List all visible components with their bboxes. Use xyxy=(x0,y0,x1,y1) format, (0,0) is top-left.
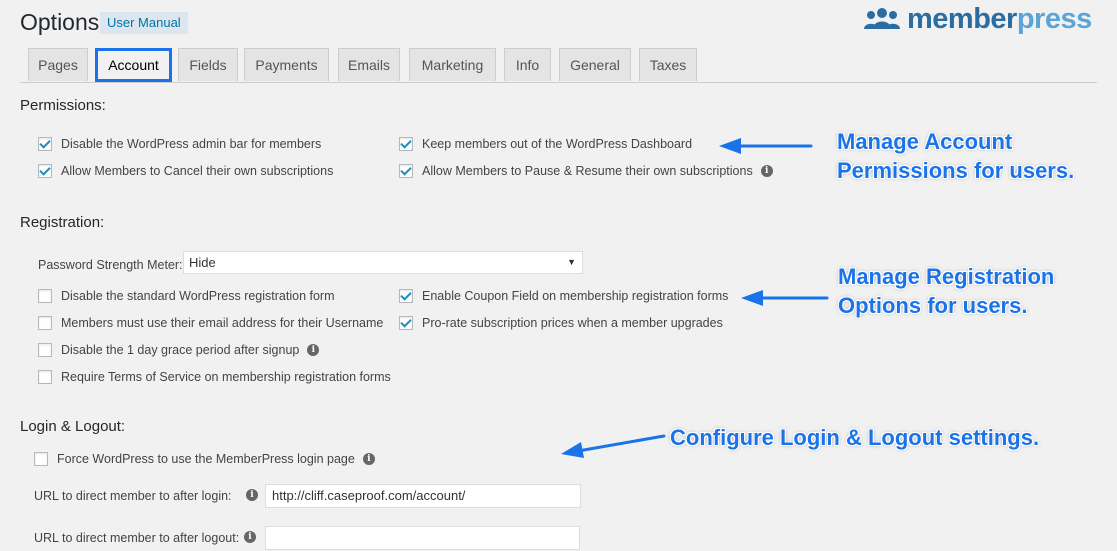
info-icon[interactable]: i xyxy=(362,453,375,465)
option-label: Disable the standard WordPress registrat… xyxy=(61,289,335,303)
caret-down-icon: ▼ xyxy=(567,257,576,267)
permission-option: Keep members out of the WordPress Dashbo… xyxy=(399,137,692,151)
arrow-left-icon xyxy=(719,138,813,154)
members-group-icon xyxy=(864,8,900,29)
checkbox-allow-pause-resume[interactable] xyxy=(399,164,413,178)
option-label: Disable the WordPress admin bar for memb… xyxy=(61,137,322,151)
password-meter-value: Hide xyxy=(189,255,216,270)
tab-payments[interactable]: Payments xyxy=(244,48,329,81)
options-tabs: Pages Account Fields Payments Emails Mar… xyxy=(20,48,1097,83)
annotation-account-permissions: Manage Account Permissions for users. xyxy=(837,127,1074,185)
logout-url-label: URL to direct member to after logout: xyxy=(34,531,240,545)
checkbox-email-as-username[interactable] xyxy=(38,316,52,330)
registration-option: Disable the 1 day grace period after sig… xyxy=(38,343,320,357)
login-logout-heading: Login & Logout: xyxy=(20,418,126,435)
logo-text-press: press xyxy=(1016,2,1092,35)
checkbox-allow-cancel[interactable] xyxy=(38,164,52,178)
option-label: Keep members out of the WordPress Dashbo… xyxy=(422,137,693,151)
tab-fields[interactable]: Fields xyxy=(178,48,238,81)
logout-redirect-url-input[interactable] xyxy=(265,526,580,550)
annotation-line: Permissions for users. xyxy=(837,158,1075,183)
info-icon[interactable]: i xyxy=(246,489,258,501)
checkbox-force-memberpress-login[interactable] xyxy=(34,452,48,466)
option-label: Disable the 1 day grace period after sig… xyxy=(61,343,300,357)
registration-heading: Registration: xyxy=(20,214,105,231)
logo-text-member: member xyxy=(907,2,1017,35)
option-label: Require Terms of Service on membership r… xyxy=(61,370,391,384)
annotation-line: Manage Account xyxy=(837,129,1013,154)
checkbox-disable-wp-registration[interactable] xyxy=(38,289,52,303)
tab-account[interactable]: Account xyxy=(95,48,172,82)
arrow-left-icon xyxy=(741,290,829,306)
arrow-left-icon xyxy=(561,434,666,458)
memberpress-logo: memberpress xyxy=(863,2,1092,36)
checkbox-disable-admin-bar[interactable] xyxy=(38,137,52,151)
checkbox-require-tos[interactable] xyxy=(38,370,52,384)
password-meter-label: Password Strength Meter: xyxy=(38,258,183,272)
option-label: Enable Coupon Field on membership regist… xyxy=(422,289,729,303)
password-meter-select[interactable]: Hide ▼ xyxy=(183,251,583,274)
info-icon[interactable]: i xyxy=(244,531,256,543)
option-label: Force WordPress to use the MemberPress l… xyxy=(57,452,355,466)
tab-emails[interactable]: Emails xyxy=(338,48,400,81)
option-label: Pro-rate subscription prices when a memb… xyxy=(422,316,723,330)
login-redirect-url-input[interactable]: http://cliff.caseproof.com/account/ xyxy=(265,484,581,508)
permission-option: Allow Members to Pause & Resume their ow… xyxy=(399,164,773,178)
page-title: Options xyxy=(20,9,100,35)
registration-option: Pro-rate subscription prices when a memb… xyxy=(399,316,723,330)
login-option: Force WordPress to use the MemberPress l… xyxy=(34,452,375,466)
annotation-line: Options for users. xyxy=(838,293,1028,318)
tab-marketing[interactable]: Marketing xyxy=(409,48,496,81)
tab-general[interactable]: General xyxy=(559,48,631,81)
permission-option: Allow Members to Cancel their own subscr… xyxy=(38,164,333,178)
permissions-heading: Permissions: xyxy=(20,97,106,114)
permission-option: Disable the WordPress admin bar for memb… xyxy=(38,137,321,151)
checkbox-prorate[interactable] xyxy=(399,316,413,330)
tab-taxes[interactable]: Taxes xyxy=(639,48,697,81)
registration-option: Members must use their email address for… xyxy=(38,316,383,330)
checkbox-enable-coupon-field[interactable] xyxy=(399,289,413,303)
registration-option: Disable the standard WordPress registrat… xyxy=(38,289,335,303)
tab-info[interactable]: Info xyxy=(504,48,551,81)
option-label: Allow Members to Pause & Resume their ow… xyxy=(422,164,753,178)
annotation-login-logout: Configure Login & Logout settings. xyxy=(670,425,1040,450)
checkbox-keep-out-dashboard[interactable] xyxy=(399,137,413,151)
info-icon[interactable]: i xyxy=(760,165,773,177)
option-label: Allow Members to Cancel their own subscr… xyxy=(61,164,334,178)
registration-option: Enable Coupon Field on membership regist… xyxy=(399,289,728,303)
annotation-registration-options: Manage Registration Options for users. xyxy=(838,262,1054,320)
registration-option: Require Terms of Service on membership r… xyxy=(38,370,391,384)
tab-pages[interactable]: Pages xyxy=(28,48,88,81)
annotation-line: Manage Registration xyxy=(838,264,1055,289)
option-label: Members must use their email address for… xyxy=(61,316,384,330)
checkbox-disable-grace-period[interactable] xyxy=(38,343,52,357)
user-manual-button[interactable]: User Manual xyxy=(100,12,188,34)
login-url-label: URL to direct member to after login: xyxy=(34,489,232,503)
info-icon[interactable]: i xyxy=(307,344,320,356)
